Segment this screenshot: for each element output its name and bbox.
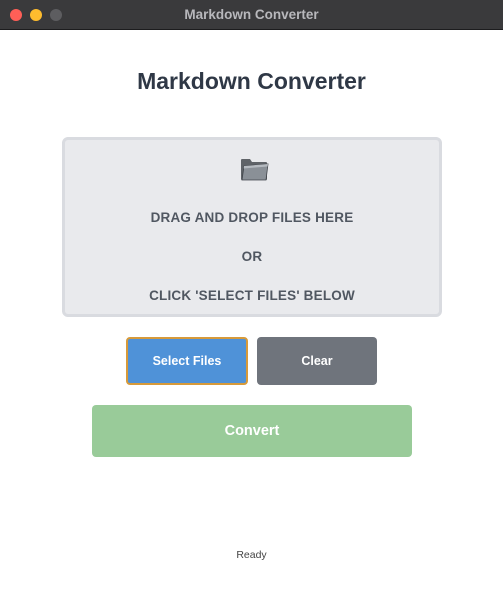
drop-zone[interactable]: DRAG AND DROP FILES HERE OR CLICK 'SELEC…: [62, 137, 442, 317]
drop-zone-instruction: DRAG AND DROP FILES HERE: [150, 210, 354, 225]
status-text: Ready: [236, 549, 267, 561]
page-title: Markdown Converter: [137, 68, 366, 94]
folder-icon: [241, 159, 269, 181]
drop-zone-hint: CLICK 'SELECT FILES' BELOW: [149, 288, 355, 303]
clear-button[interactable]: Clear: [257, 337, 377, 385]
app-window: Markdown Converter Markdown Converter DR…: [0, 0, 503, 601]
convert-button[interactable]: Convert: [92, 405, 412, 457]
window-title: Markdown Converter: [184, 7, 319, 22]
select-files-button[interactable]: Select Files: [126, 337, 248, 385]
drop-zone-or: OR: [241, 249, 263, 264]
title-bar[interactable]: Markdown Converter: [0, 0, 503, 30]
